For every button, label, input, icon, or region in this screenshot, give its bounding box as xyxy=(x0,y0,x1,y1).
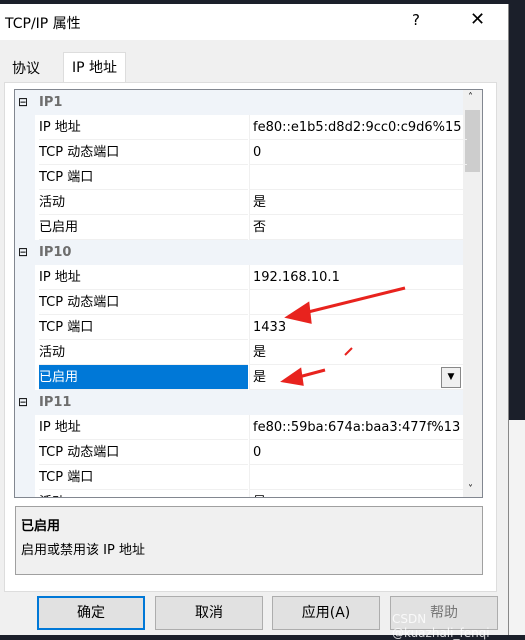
annotation-arrow xyxy=(299,286,406,316)
annotation-arrowhead xyxy=(284,301,312,324)
annotation-arrowhead xyxy=(280,367,304,386)
annotation-mark xyxy=(344,347,353,356)
annotation-arrows xyxy=(280,286,406,386)
